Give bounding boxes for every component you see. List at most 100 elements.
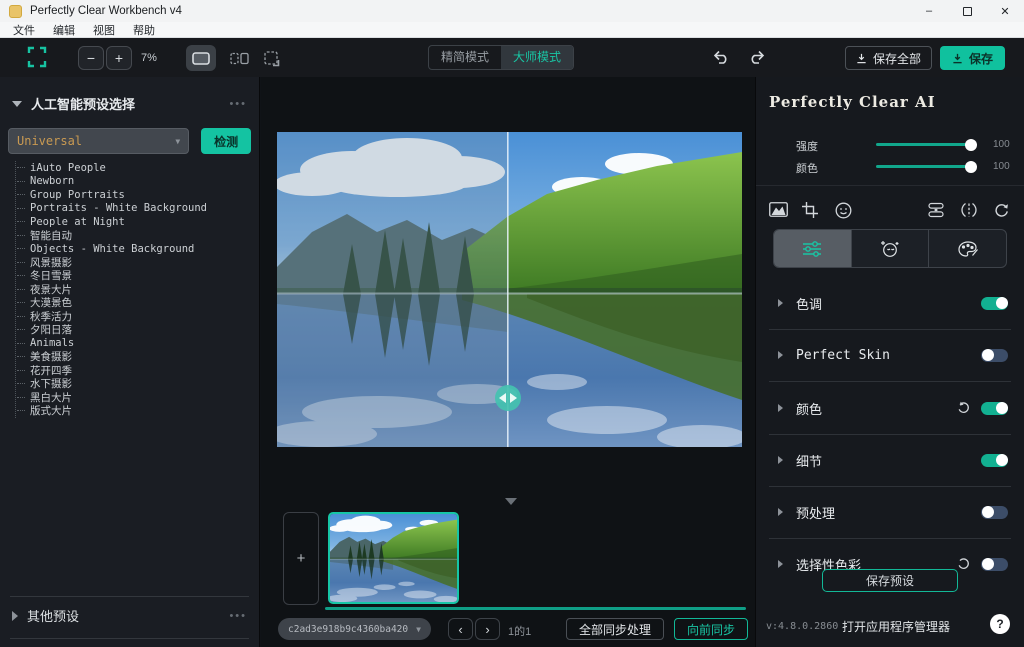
preset-item[interactable]: 秋季活力: [17, 310, 253, 324]
window-title: Perfectly Clear Workbench v4: [30, 5, 182, 17]
preset-item[interactable]: 水下摄影: [17, 377, 253, 391]
preset-item[interactable]: Newborn: [17, 175, 253, 189]
face-icon[interactable]: [835, 202, 852, 219]
chevron-down-icon: ▼: [416, 625, 421, 634]
preset-panel: 人工智能预设选择 ••• Universal ▼ 检测 iAuto People…: [0, 77, 260, 647]
undo-button[interactable]: [712, 49, 730, 65]
preset-item[interactable]: 大漠景色: [17, 296, 253, 310]
color-toggle[interactable]: [981, 402, 1008, 415]
preset-item[interactable]: iAuto People: [17, 161, 253, 175]
zoom-in-button[interactable]: +: [106, 46, 132, 70]
open-app-manager-link[interactable]: 打开应用程序管理器: [842, 618, 950, 635]
single-view-button[interactable]: [186, 45, 216, 71]
filename-dropdown[interactable]: c2ad3e918b9c4360ba420 ▼: [278, 618, 431, 640]
tab-simple-mode[interactable]: 精简模式: [429, 46, 501, 69]
section-perfect-skin[interactable]: Perfect Skin: [756, 345, 1024, 365]
split-view-button[interactable]: [224, 45, 254, 71]
reapply-icon[interactable]: [994, 202, 1009, 217]
prev-image-button[interactable]: ‹: [448, 618, 473, 640]
preset-item[interactable]: 夕阳日落: [17, 323, 253, 337]
preset-item[interactable]: 版式大片: [17, 404, 253, 418]
section-tone[interactable]: 色调: [756, 293, 1024, 313]
more-options-icon[interactable]: •••: [229, 610, 247, 622]
section-label: Perfect Skin: [796, 348, 890, 363]
save-all-button[interactable]: 保存全部: [845, 46, 932, 70]
more-options-icon[interactable]: •••: [229, 98, 247, 110]
menu-file[interactable]: 文件: [4, 22, 44, 38]
zoom-level: 7%: [141, 52, 157, 64]
image-preview[interactable]: [277, 132, 742, 447]
preset-item[interactable]: 花开四季: [17, 364, 253, 378]
detect-button[interactable]: 检测: [201, 128, 251, 154]
preset-item[interactable]: Group Portraits: [17, 188, 253, 202]
section-color[interactable]: 颜色: [756, 398, 1024, 418]
preset-item[interactable]: People at Night: [17, 215, 253, 229]
tab-retouch[interactable]: [851, 230, 929, 267]
menu-view[interactable]: 视图: [84, 22, 124, 38]
divider: [10, 596, 249, 597]
section-label: 预处理: [796, 503, 835, 522]
other-presets-header[interactable]: 其他预设 •••: [12, 606, 247, 625]
selective-color-toggle[interactable]: [981, 558, 1008, 571]
download-icon: [856, 53, 867, 64]
tone-toggle[interactable]: [981, 297, 1008, 310]
redo-button[interactable]: [748, 49, 766, 65]
slider-thumb[interactable]: [965, 139, 977, 151]
tab-adjustments[interactable]: [774, 230, 851, 267]
preset-item[interactable]: Portraits - White Background: [17, 202, 253, 216]
preset-item[interactable]: 黑白大片: [17, 391, 253, 405]
tab-master-mode[interactable]: 大师模式: [501, 46, 573, 69]
panel-title: Perfectly Clear AI: [769, 93, 936, 111]
preset-panel-header[interactable]: 人工智能预设选择 •••: [12, 94, 247, 113]
help-button[interactable]: ?: [990, 614, 1010, 634]
before-after-icon[interactable]: [961, 202, 977, 218]
next-image-button[interactable]: ›: [475, 618, 500, 640]
section-preprocess[interactable]: 预处理: [756, 502, 1024, 522]
section-details[interactable]: 细节: [756, 450, 1024, 470]
preset-item[interactable]: Animals: [17, 337, 253, 351]
close-button[interactable]: ✕: [986, 0, 1024, 22]
menu-help[interactable]: 帮助: [124, 22, 164, 38]
preset-tree: iAuto People Newborn Group Portraits Por…: [15, 161, 253, 418]
save-button[interactable]: 保存: [940, 46, 1005, 70]
preset-item[interactable]: 风景摄影: [17, 256, 253, 270]
preset-dropdown[interactable]: Universal ▼: [8, 128, 189, 154]
details-toggle[interactable]: [981, 454, 1008, 467]
adjustment-tabs: [773, 229, 1007, 268]
strength-slider[interactable]: [876, 143, 971, 146]
histogram-icon[interactable]: [769, 202, 788, 217]
preset-item[interactable]: 美食摄影: [17, 350, 253, 364]
reset-icon[interactable]: [957, 557, 970, 570]
add-image-button[interactable]: +: [283, 512, 319, 605]
preset-item[interactable]: 冬日雪景: [17, 269, 253, 283]
color-slider[interactable]: [876, 165, 971, 168]
app-icon: [9, 5, 22, 18]
menu-edit[interactable]: 编辑: [44, 22, 84, 38]
image-thumbnail[interactable]: [328, 512, 459, 604]
filmstrip-collapse-icon[interactable]: [505, 498, 517, 505]
preprocess-toggle[interactable]: [981, 506, 1008, 519]
save-preset-button[interactable]: 保存预设: [822, 569, 958, 592]
compare-split-handle[interactable]: [495, 385, 521, 411]
toolbar: − + 7% 精简模式 大师模式: [0, 38, 1024, 77]
preset-item[interactable]: 夜景大片: [17, 283, 253, 297]
filmstrip-scrollbar[interactable]: [325, 607, 746, 610]
preview-area: + c2ad3e918b9c4360ba420 ▼ ‹ › 1的1 全部同步处理…: [261, 77, 755, 647]
sync-all-button[interactable]: 全部同步处理: [566, 618, 664, 640]
zoom-out-button[interactable]: −: [78, 46, 104, 70]
slider-thumb[interactable]: [965, 161, 977, 173]
reset-icon[interactable]: [957, 401, 970, 414]
split-screen-icon[interactable]: [928, 202, 944, 218]
maximize-button[interactable]: [948, 0, 986, 22]
sync-forward-button[interactable]: 向前同步: [674, 618, 748, 640]
divider: [769, 434, 1011, 435]
preset-item[interactable]: 智能自动: [17, 229, 253, 243]
tab-looks[interactable]: [928, 230, 1006, 267]
crop-icon[interactable]: [802, 202, 818, 218]
divider: [10, 638, 249, 639]
crop-view-button[interactable]: [256, 45, 286, 71]
perfect-skin-toggle[interactable]: [981, 349, 1008, 362]
preset-item[interactable]: Objects - White Background: [17, 242, 253, 256]
preset-panel-title: 人工智能预设选择: [31, 94, 135, 113]
minimize-button[interactable]: –: [910, 0, 948, 22]
